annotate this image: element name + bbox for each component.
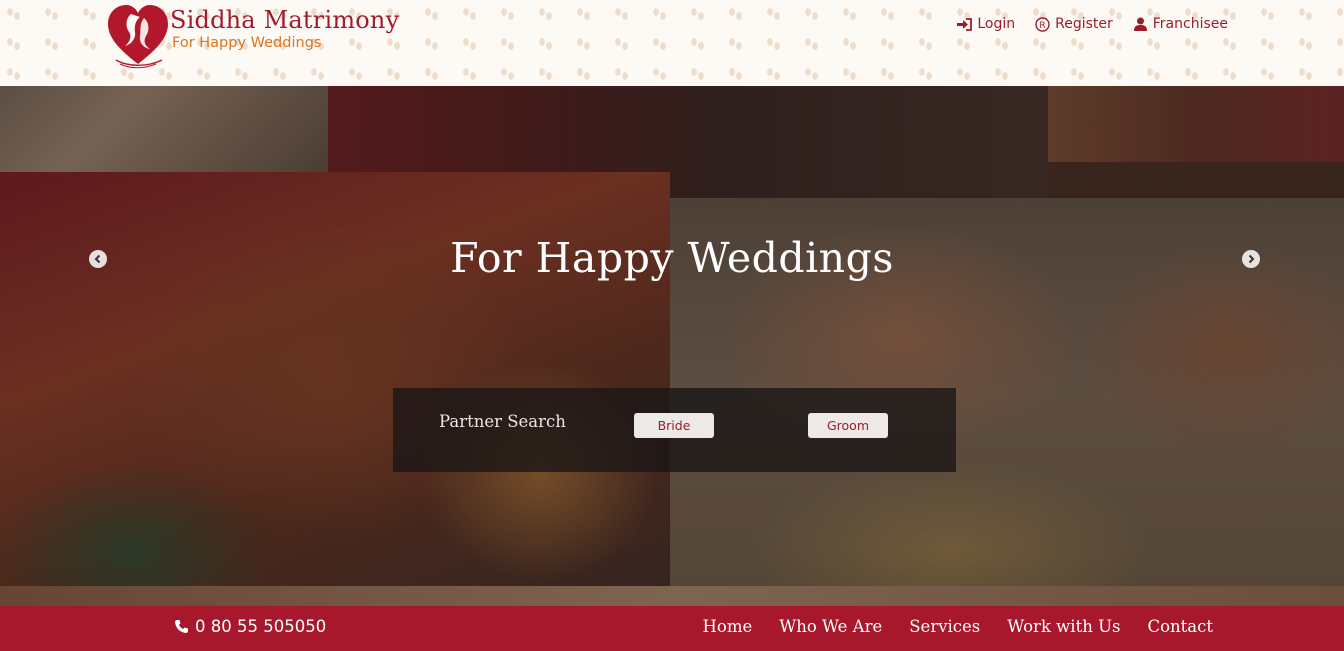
user-icon — [1133, 17, 1148, 32]
bride-search-button[interactable]: Bride — [634, 413, 714, 438]
hero-carousel: For Happy Weddings Partner Search Bride … — [0, 86, 1344, 606]
registered-icon: R — [1035, 16, 1050, 32]
phone-contact[interactable]: 0 80 55 505050 — [174, 617, 326, 636]
register-label: Register — [1055, 16, 1113, 32]
sign-in-icon — [957, 17, 973, 32]
nav-who-we-are[interactable]: Who We Are — [779, 617, 882, 636]
login-link[interactable]: Login — [957, 16, 1015, 32]
phone-icon — [175, 620, 188, 633]
site-logo[interactable]: Siddha Matrimony For Happy Weddings — [106, 2, 406, 70]
partner-search-label: Partner Search — [439, 412, 566, 431]
partner-search-panel: Partner Search Bride Groom — [393, 388, 956, 472]
nav-work-with-us[interactable]: Work with Us — [1007, 617, 1120, 636]
nav-home[interactable]: Home — [703, 617, 753, 636]
brand-name: Siddha Matrimony — [170, 6, 400, 34]
register-link[interactable]: R Register — [1035, 16, 1113, 32]
nav-services[interactable]: Services — [909, 617, 980, 636]
franchisee-label: Franchisee — [1152, 16, 1228, 32]
nav-contact[interactable]: Contact — [1147, 617, 1213, 636]
hero-overlay — [0, 86, 1344, 606]
brand-tagline: For Happy Weddings — [172, 35, 322, 51]
franchisee-link[interactable]: Franchisee — [1133, 16, 1228, 32]
hero-title: For Happy Weddings — [450, 234, 894, 282]
main-navbar: 0 80 55 505050 Home Who We Are Services … — [0, 606, 1344, 651]
login-label: Login — [977, 16, 1016, 32]
groom-search-button[interactable]: Groom — [808, 413, 888, 438]
nav-menu: Home Who We Are Services Work with Us Co… — [703, 617, 1213, 636]
account-links: Login R Register Franchisee — [957, 16, 1228, 32]
phone-number: 0 80 55 505050 — [195, 617, 327, 636]
heart-logo-icon — [108, 5, 168, 69]
site-header: Siddha Matrimony For Happy Weddings Logi… — [0, 0, 1344, 86]
svg-text:R: R — [1039, 21, 1045, 31]
